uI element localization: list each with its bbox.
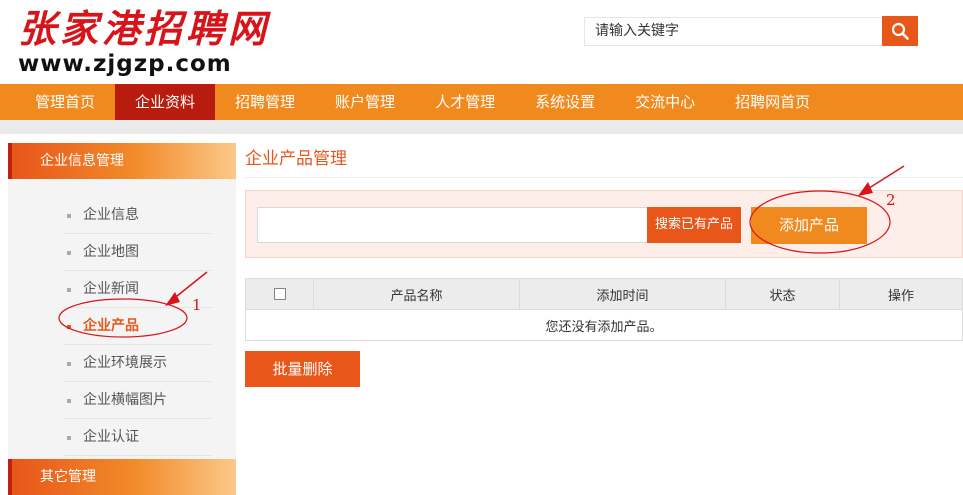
nav-item-company-profile[interactable]: 企业资料: [115, 84, 216, 120]
annotation-number-2: 2: [886, 191, 896, 209]
search-input[interactable]: 请输入关键字: [584, 17, 882, 46]
nav-item-site-home[interactable]: 招聘网首页: [715, 84, 830, 120]
nav-item-recruitment[interactable]: 招聘管理: [215, 84, 315, 120]
nav-item-settings[interactable]: 系统设置: [515, 84, 615, 120]
bullet-icon: [67, 325, 71, 329]
column-header-added-time: 添加时间: [519, 278, 726, 310]
sidebar-item-label: 企业认证: [83, 429, 139, 445]
bullet-icon: [67, 288, 71, 292]
bullet-icon: [67, 436, 71, 440]
select-all-checkbox[interactable]: [273, 288, 286, 300]
column-header-status: 状态: [725, 278, 840, 310]
sidebar: 企业信息管理 企业信息 企业地图 企业新闻 企业产品 企业环境展示 企业横幅图片…: [8, 143, 236, 495]
column-header-actions: 操作: [839, 278, 963, 310]
search-icon: [891, 22, 909, 40]
site-header: 张家港招聘网 www.zjgzp.com 请输入关键字: [0, 0, 963, 84]
search-products-button[interactable]: 搜索已有产品: [647, 207, 741, 243]
sidebar-item-label: 企业地图: [83, 244, 139, 260]
sidebar-item-label: 企业信息: [83, 207, 139, 223]
main-nav: 管理首页 企业资料 招聘管理 账户管理 人才管理 系统设置 交流中心 招聘网首页: [0, 84, 963, 120]
page-title: 企业产品管理: [245, 149, 347, 169]
title-divider: [245, 177, 963, 178]
nav-item-communication[interactable]: 交流中心: [615, 84, 715, 120]
sidebar-section-other[interactable]: 其它管理: [8, 459, 236, 495]
site-logo[interactable]: 张家港招聘网: [18, 6, 270, 52]
nav-divider: [0, 120, 963, 134]
nav-item-home[interactable]: 管理首页: [15, 84, 115, 120]
sidebar-item-company-environment[interactable]: 企业环境展示: [63, 345, 213, 382]
add-product-button[interactable]: 添加产品: [751, 207, 867, 244]
sidebar-item-label: 企业产品: [83, 318, 139, 334]
empty-message: 您还没有添加产品。: [245, 309, 963, 341]
sidebar-item-company-map[interactable]: 企业地图: [63, 234, 213, 271]
nav-item-talent[interactable]: 人才管理: [415, 84, 515, 120]
product-table: 产品名称 添加时间 状态 操作 您还没有添加产品。: [245, 278, 963, 341]
product-search-input[interactable]: [257, 207, 649, 243]
table-header-row: 产品名称 添加时间 状态 操作: [245, 278, 963, 310]
bullet-icon: [67, 214, 71, 218]
sidebar-item-company-certification[interactable]: 企业认证: [63, 419, 213, 456]
search-button[interactable]: [882, 16, 918, 46]
sidebar-item-label: 企业横幅图片: [83, 392, 167, 408]
nav-item-account[interactable]: 账户管理: [315, 84, 415, 120]
batch-delete-button[interactable]: 批量删除: [245, 351, 360, 387]
bullet-icon: [67, 399, 71, 403]
bullet-icon: [67, 251, 71, 255]
sidebar-section-company-info[interactable]: 企业信息管理: [8, 143, 236, 179]
sidebar-item-company-banner[interactable]: 企业横幅图片: [63, 382, 213, 419]
site-url: www.zjgzp.com: [18, 51, 232, 77]
annotation-number-1: 1: [192, 296, 202, 314]
sidebar-item-company-news[interactable]: 企业新闻: [63, 271, 213, 308]
table-row: 您还没有添加产品。: [245, 309, 963, 341]
bullet-icon: [67, 362, 71, 366]
sidebar-item-company-info[interactable]: 企业信息: [63, 197, 213, 234]
column-header-product-name: 产品名称: [313, 278, 520, 310]
product-search-panel: 搜索已有产品 添加产品: [245, 190, 963, 258]
sidebar-item-label: 企业新闻: [83, 281, 139, 297]
select-all-cell: [245, 278, 314, 310]
sidebar-item-company-products[interactable]: 企业产品: [63, 308, 213, 345]
sidebar-item-label: 企业环境展示: [83, 355, 167, 371]
arrow-2: [865, 165, 905, 191]
